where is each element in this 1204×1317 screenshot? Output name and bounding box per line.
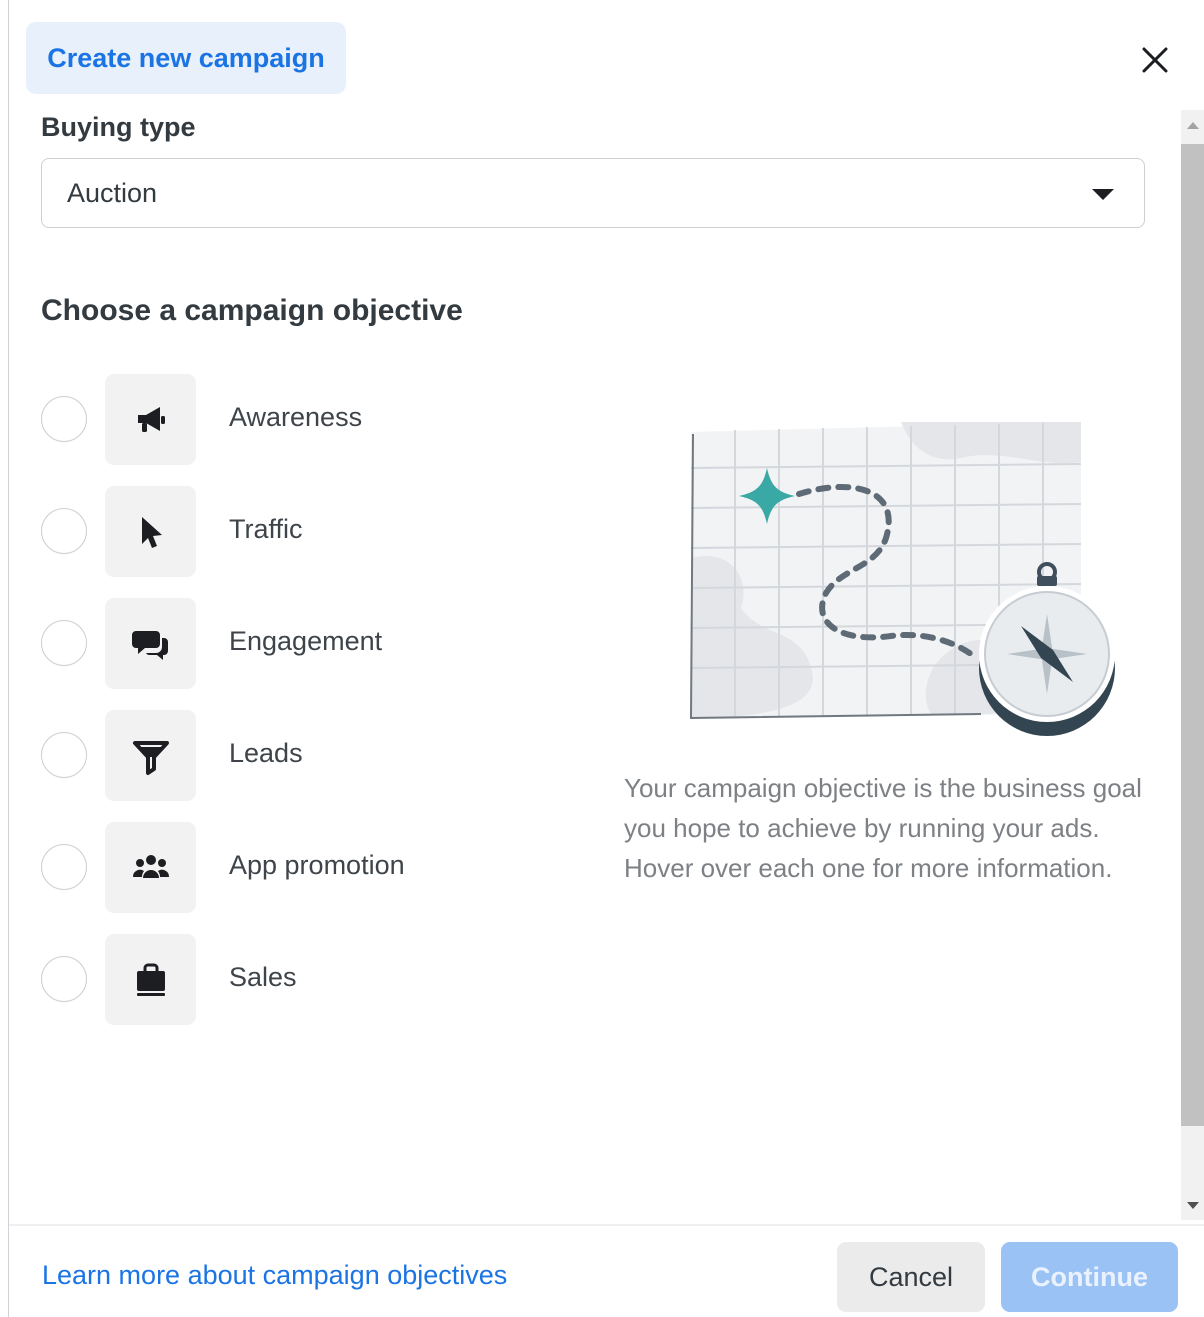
cursor-icon <box>141 516 162 548</box>
continue-button[interactable]: Continue <box>1001 1242 1178 1312</box>
continue-button-label: Continue <box>1031 1261 1148 1292</box>
objective-label: Leads <box>229 738 303 768</box>
objective-label: App promotion <box>229 850 405 880</box>
objective-option-traffic[interactable]: Traffic <box>41 486 521 578</box>
objective-icon-box <box>105 598 196 689</box>
buying-type-select[interactable]: Auction <box>41 158 1145 228</box>
objective-description: Your campaign objective is the business … <box>624 773 1142 883</box>
cancel-button[interactable]: Cancel <box>837 1242 985 1312</box>
objective-icon-box <box>105 486 196 577</box>
buying-type-value: Auction <box>67 177 158 208</box>
objective-radio[interactable] <box>41 956 87 1002</box>
funnel-icon <box>132 740 169 775</box>
close-icon <box>1142 47 1168 73</box>
scrollbar-thumb[interactable] <box>1181 144 1204 1126</box>
megaphone-icon <box>137 406 165 432</box>
close-button[interactable] <box>1133 38 1177 82</box>
objective-option-awareness[interactable]: Awareness <box>41 374 521 466</box>
objective-radio[interactable] <box>41 844 87 890</box>
objective-label: Traffic <box>229 514 303 544</box>
objective-option-engagement[interactable]: Engagement <box>41 598 521 690</box>
dialog-title: Create new campaign <box>47 42 325 73</box>
create-campaign-dialog: Create new campaign Buying type Auction … <box>8 0 1204 1317</box>
scroll-down-arrow-icon[interactable] <box>1187 1202 1199 1209</box>
objective-heading: Choose a campaign objective <box>41 294 463 327</box>
buying-type-label: Buying type <box>41 112 196 142</box>
objective-icon-box <box>105 934 196 1025</box>
objective-icon-box <box>105 374 196 465</box>
objective-radio[interactable] <box>41 620 87 666</box>
objective-option-app-promotion[interactable]: App promotion <box>41 822 521 914</box>
objective-option-leads[interactable]: Leads <box>41 710 521 802</box>
learn-more-link[interactable]: Learn more about campaign objectives <box>42 1260 507 1291</box>
cancel-button-label: Cancel <box>868 1261 954 1292</box>
objective-label: Sales <box>229 962 297 992</box>
dialog-title-tab: Create new campaign <box>26 22 346 94</box>
objective-radio[interactable] <box>41 508 87 554</box>
objective-option-sales[interactable]: Sales <box>41 934 521 1026</box>
people-group-icon <box>132 854 169 878</box>
footer-divider <box>9 1224 1204 1226</box>
chat-bubbles-icon <box>131 630 168 660</box>
objective-radio[interactable] <box>41 396 87 442</box>
caret-down-icon <box>1092 189 1114 200</box>
objective-label: Engagement <box>229 626 383 656</box>
scrollbar[interactable] <box>1181 110 1204 1220</box>
objective-icon-box <box>105 710 196 801</box>
scroll-up-arrow-icon[interactable] <box>1187 122 1199 129</box>
objective-radio[interactable] <box>41 732 87 778</box>
objective-icon-box <box>105 822 196 913</box>
shopping-bag-icon <box>136 963 165 996</box>
map-compass-illustration <box>689 422 1115 736</box>
objective-label: Awareness <box>229 402 363 432</box>
